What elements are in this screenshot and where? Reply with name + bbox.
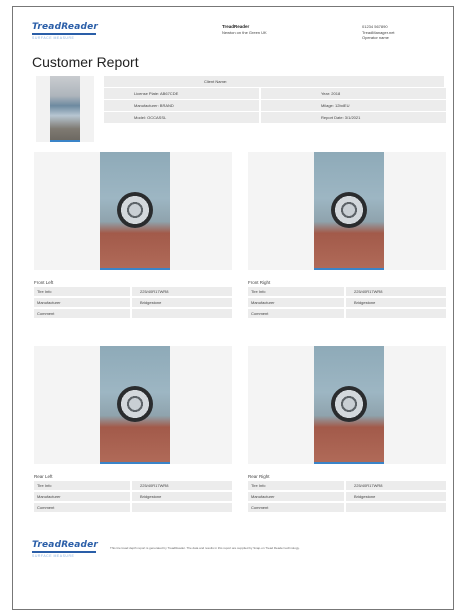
wheel-icon	[331, 192, 367, 228]
tyre-row: Tire Info 225/40R17WR8	[34, 481, 232, 490]
vehicle-photo	[50, 76, 80, 142]
wheel-icon	[117, 386, 153, 422]
comment-value	[132, 503, 232, 512]
info-row: Client Name:	[104, 76, 446, 87]
tyre-image-box	[248, 152, 446, 270]
tyre-image-box	[34, 152, 232, 270]
photo-accent-bar	[314, 462, 384, 464]
report-header: TreadReader SURFACE MEASURE TreadReader …	[32, 18, 452, 58]
brand-logo: TreadReader SURFACE MEASURE	[32, 22, 102, 44]
comment-label: Comment	[248, 503, 344, 512]
company-info: TreadReader Newton on the Green UK	[222, 24, 332, 35]
tyre-row: Manufacturer Bridgestone	[248, 492, 446, 501]
tyre-photo	[314, 346, 384, 462]
tire-info-label: Tire Info	[248, 287, 344, 296]
tire-info-value: 225/40R17WR8	[132, 287, 232, 296]
company-address: Newton on the Green UK	[222, 29, 267, 35]
vehicle-summary: Client Name: License Plate: AB67CDE Year…	[36, 76, 446, 146]
tyre-rear-left: Rear Left Tire Info 225/40R17WR8 Manufact…	[34, 346, 232, 514]
tyre-photo	[100, 346, 170, 462]
tire-info-label: Tire Info	[34, 481, 130, 490]
wheel-icon	[117, 192, 153, 228]
tyre-row: Comment	[34, 309, 232, 318]
comment-value	[346, 309, 446, 318]
tire-info-value: 225/40R17WR8	[346, 287, 446, 296]
manufacturer-label: Manufacturer	[34, 492, 130, 501]
tire-info-label: Tire Info	[34, 287, 130, 296]
manufacturer-value: Bridgestone	[346, 298, 446, 307]
tire-info-label: Tire Info	[248, 481, 344, 490]
client-name: Client Name:	[104, 76, 444, 87]
wheel-icon	[331, 386, 367, 422]
tyre-row: Comment	[248, 503, 446, 512]
manufacturer-label: Manufacturer	[248, 298, 344, 307]
tyre-front-left: Front Left Tire Info 225/40R17WR8 Manufac…	[34, 152, 232, 320]
photo-accent-bar	[100, 462, 170, 464]
logo-text: TreadReader	[32, 22, 99, 32]
logo-tag: SURFACE MEASURE	[32, 36, 75, 40]
manufacturer-value: Bridgestone	[346, 492, 446, 501]
manufacturer-label: Manufacturer	[34, 298, 130, 307]
footer-disclaimer: This tire tread depth report is generate…	[110, 546, 300, 550]
comment-value	[132, 309, 232, 318]
comment-label: Comment	[34, 503, 130, 512]
footer-logo: TreadReader SURFACE MEASURE	[32, 540, 102, 562]
tyre-row: Comment	[34, 503, 232, 512]
logo-underline	[32, 551, 96, 553]
license-plate: License Plate: AB67CDE	[104, 88, 259, 99]
comment-label: Comment	[248, 309, 344, 318]
tyre-row: Manufacturer Bridgestone	[248, 298, 446, 307]
manufacturer-value: Bridgestone	[132, 492, 232, 501]
tyre-position: Front Left	[34, 280, 54, 285]
photo-accent-bar	[50, 140, 80, 142]
manufacturer-value: Bridgestone	[132, 298, 232, 307]
logo-text: TreadReader	[32, 540, 99, 550]
info-row: Manufacturer: BRAND Milage: 12bdEU	[104, 100, 446, 111]
logo-tag: SURFACE MEASURE	[32, 554, 75, 558]
vehicle-manufacturer: Manufacturer: BRAND	[104, 100, 259, 111]
report-page: TreadReader SURFACE MEASURE TreadReader …	[20, 10, 460, 570]
vehicle-thumbnail	[36, 76, 94, 142]
tyre-rear-right: Rear Right Tire Info 225/40R17WR8 Manufac…	[248, 346, 446, 514]
photo-accent-bar	[314, 268, 384, 270]
tyre-position: Rear Left	[34, 474, 53, 479]
photo-accent-bar	[100, 268, 170, 270]
tyre-front-right: Front Right Tire Info 225/40R17WR8 Manufa…	[248, 152, 446, 320]
tyre-row: Tire Info 225/40R17WR8	[248, 481, 446, 490]
tyre-photo	[100, 152, 170, 268]
tyre-position: Rear Right	[248, 474, 270, 479]
page-title: Customer Report	[32, 54, 139, 70]
tyre-row: Tire Info 225/40R17WR8	[34, 287, 232, 296]
report-footer: TreadReader SURFACE MEASURE This tire tr…	[32, 540, 452, 564]
tyre-photo	[314, 152, 384, 268]
tyre-image-box	[34, 346, 232, 464]
report-date: Report Date: 3/1/2021	[261, 112, 446, 123]
tyre-row: Manufacturer Bridgestone	[34, 298, 232, 307]
manufacturer-label: Manufacturer	[248, 492, 344, 501]
tyre-row: Comment	[248, 309, 446, 318]
comment-value	[346, 503, 446, 512]
info-row: Model: OCCASSL Report Date: 3/1/2021	[104, 112, 446, 123]
contact-info: 01234 567890 TreadManager.net Operator n…	[362, 24, 452, 41]
vehicle-year: Year: 2018	[261, 88, 446, 99]
tire-info-value: 225/40R17WR8	[346, 481, 446, 490]
tyre-row: Manufacturer Bridgestone	[34, 492, 232, 501]
vehicle-model: Model: OCCASSL	[104, 112, 259, 123]
info-row: License Plate: AB67CDE Year: 2018	[104, 88, 446, 99]
tire-info-value: 225/40R17WR8	[132, 481, 232, 490]
logo-underline	[32, 33, 96, 35]
tyre-row: Tire Info 225/40R17WR8	[248, 287, 446, 296]
operator-name: Operator name	[362, 35, 389, 40]
tyre-image-box	[248, 346, 446, 464]
comment-label: Comment	[34, 309, 130, 318]
tyre-position: Front Right	[248, 280, 271, 285]
vehicle-mileage: Milage: 12bdEU	[261, 100, 446, 111]
vehicle-info-grid: Client Name: License Plate: AB67CDE Year…	[104, 76, 446, 124]
